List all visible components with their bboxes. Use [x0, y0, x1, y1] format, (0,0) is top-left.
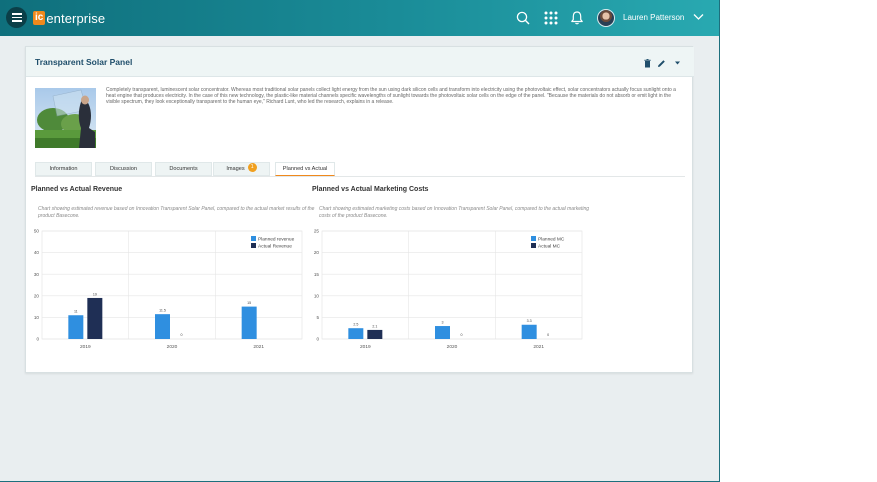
data-label: 0: [181, 333, 183, 337]
tab-documents[interactable]: Documents: [155, 162, 212, 176]
revenue-chart: 0 10 20 30 40 50 2019 11 19 2020 11.5 0 2021 15 Planne…: [34, 229, 303, 349]
y-tick-label: 25: [314, 229, 320, 234]
user-avatar[interactable]: [597, 9, 615, 27]
apps-grid-icon[interactable]: [543, 10, 559, 26]
tab-label: Images: [226, 166, 245, 172]
legend-swatch: [251, 243, 256, 248]
bar: [521, 324, 537, 339]
y-tick-label: 15: [314, 272, 320, 277]
bar: [68, 315, 84, 339]
caret-down-icon[interactable]: [675, 61, 680, 65]
app-window: ic enterprise Lauren Patterson Transpare…: [0, 0, 720, 482]
images-count-badge: 1: [247, 163, 257, 173]
legend-label: Actual MC: [538, 243, 561, 249]
marketing-chart-title: Planned vs Actual Marketing Costs: [312, 186, 429, 193]
bar: [435, 326, 450, 339]
y-tick-label: 0: [316, 337, 319, 342]
y-tick-label: 0: [36, 337, 39, 342]
data-label: 2.5: [353, 323, 358, 327]
data-label: 2.1: [372, 324, 377, 328]
x-tick-label: 2020: [167, 344, 178, 349]
data-label: 11: [74, 310, 78, 314]
y-tick-label: 20: [34, 293, 40, 298]
marketing-chart-description: Chart showing estimated marketing costs …: [319, 206, 590, 219]
data-label: 0: [547, 333, 549, 337]
bar: [87, 297, 103, 339]
hamburger-menu-icon[interactable]: [6, 7, 27, 28]
legend-label: Planned MC: [538, 236, 565, 242]
data-label: 19: [93, 292, 97, 296]
data-label: 0: [461, 333, 463, 337]
tab-bar: Information Discussion Documents Images 1…: [35, 162, 685, 177]
legend-label: Planned revenue: [258, 236, 295, 242]
product-card: Transparent Solar Panel Completely trans…: [25, 46, 694, 373]
x-tick-label: 2019: [80, 344, 91, 349]
logo-badge: ic: [33, 11, 46, 25]
revenue-chart-title: Planned vs Actual Revenue: [31, 186, 123, 193]
x-tick-label: 2021: [533, 344, 544, 349]
legend-swatch: [531, 236, 536, 241]
y-tick-label: 20: [314, 250, 320, 255]
chevron-down-icon[interactable]: [693, 13, 704, 21]
logo-text: enterprise: [46, 10, 106, 26]
y-tick-label: 10: [314, 293, 320, 298]
tab-planned-vs-actual[interactable]: Planned vs Actual: [275, 162, 335, 176]
card-title: Transparent Solar Panel: [35, 57, 133, 67]
card-header: Transparent Solar Panel: [26, 47, 694, 77]
legend-swatch: [531, 243, 536, 248]
tab-label: Documents: [169, 166, 198, 172]
top-navigation-bar: ic enterprise Lauren Patterson: [0, 0, 719, 36]
tab-images[interactable]: Images 1: [213, 162, 270, 176]
bar: [241, 306, 257, 339]
x-tick-label: 2019: [360, 344, 371, 349]
tab-label: Information: [49, 166, 78, 172]
x-tick-label: 2020: [447, 344, 458, 349]
legend-swatch: [251, 236, 256, 241]
x-tick-label: 2021: [253, 344, 264, 349]
tab-label: Planned vs Actual: [282, 166, 328, 172]
bar: [348, 328, 364, 339]
product-image[interactable]: [35, 88, 96, 148]
tab-discussion[interactable]: Discussion: [95, 162, 152, 176]
bar: [367, 329, 383, 339]
y-tick-label: 30: [34, 272, 40, 277]
legend-label: Actual Revenue: [258, 243, 292, 249]
notifications-bell-icon[interactable]: [569, 10, 585, 26]
user-name[interactable]: Lauren Patterson: [623, 13, 684, 22]
bar: [155, 314, 170, 339]
y-tick-label: 50: [34, 229, 40, 234]
data-label: 3: [442, 321, 444, 325]
edit-pencil-icon[interactable]: [657, 59, 666, 68]
tab-information[interactable]: Information: [35, 162, 92, 176]
data-label: 15: [247, 301, 251, 305]
search-icon[interactable]: [515, 10, 531, 26]
app-logo[interactable]: ic enterprise: [33, 10, 105, 26]
y-tick-label: 40: [34, 250, 40, 255]
tab-label: Discussion: [109, 166, 138, 172]
data-label: 11.5: [159, 309, 166, 313]
marketing-chart: 0 5 10 15 20 25 2019 2.5 2.1 2020 3 0 2021 3.3 0 Planne…: [314, 229, 583, 349]
y-tick-label: 5: [316, 315, 319, 320]
delete-icon[interactable]: [644, 59, 651, 68]
revenue-chart-description: Chart showing estimated revenue based on…: [38, 206, 315, 219]
product-description: Completely transparent, luminescent sola…: [106, 87, 676, 106]
data-label: 3.3: [527, 319, 532, 323]
y-tick-label: 10: [34, 315, 40, 320]
